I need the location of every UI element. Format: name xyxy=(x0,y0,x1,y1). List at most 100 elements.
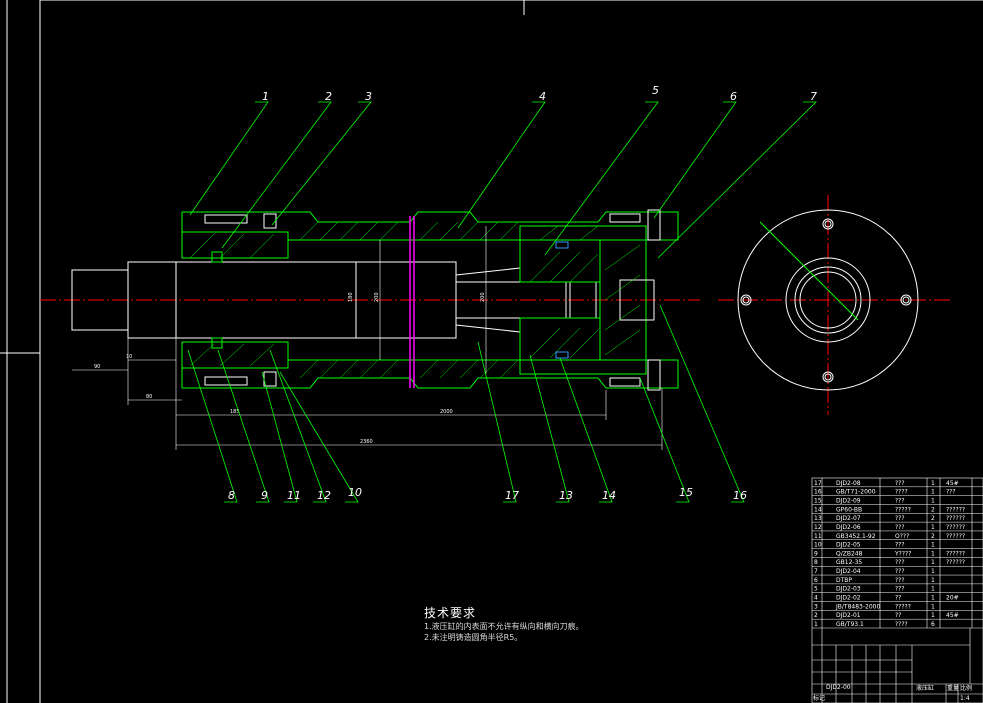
leader-lines xyxy=(187,101,817,503)
bom-cell-name: ??? xyxy=(895,577,905,584)
bom-cell-name: ???? xyxy=(895,621,908,628)
bom-cell-code: GB/T71-2000 xyxy=(836,489,876,496)
bom-cell-mat: 20# xyxy=(946,595,959,602)
balloon-14: 14 xyxy=(602,489,616,502)
bom-cell-code: DJD2-04 xyxy=(836,568,861,575)
bom-cell-no: 2 xyxy=(814,612,818,619)
bom-cell-no: 4 xyxy=(814,595,818,602)
bom-cell-qty: 1 xyxy=(931,497,935,504)
bom-cell-name: ????? xyxy=(895,506,911,513)
cut-plane xyxy=(409,216,415,388)
bom-cell-code: DTBP xyxy=(836,577,852,584)
balloon-7: 7 xyxy=(810,90,817,103)
bom-cell-code: GB3452.1-92 xyxy=(836,533,876,540)
bom-cell-qty: 1 xyxy=(931,480,935,487)
dim-10: 10 xyxy=(126,354,132,360)
bom-cell-name: ???? xyxy=(895,489,908,496)
bom-cell-no: 6 xyxy=(814,577,818,584)
bom-cell-mat: ?????? xyxy=(946,515,965,522)
dim-200a: 200 xyxy=(374,292,380,302)
bom-cell-name: ??? xyxy=(895,568,905,575)
bom-cell-mat: 45# xyxy=(946,612,959,619)
dimension-texts: 10 90 80 185 2000 2360 180 200 200 xyxy=(94,292,486,445)
bom-cell-no: 17 xyxy=(814,480,822,487)
bom-cell-name: ??? xyxy=(895,497,905,504)
tech-requirement-2: 2.未注明铸造圆角半径R5。 xyxy=(424,633,523,642)
bom-cell-name: ?? xyxy=(895,595,901,602)
drawing-number: DJD2-00 xyxy=(826,684,851,691)
bom-cell-qty: 1 xyxy=(931,568,935,575)
balloon-8: 8 xyxy=(228,489,235,502)
balloon-12: 12 xyxy=(317,489,331,502)
bom-cell-code: DJD2-09 xyxy=(836,497,861,504)
bom-cell-code: GB/T93.1 xyxy=(836,621,864,628)
cad-drawing-canvas: 10 90 80 185 2000 2360 180 200 200 1 2 3… xyxy=(0,0,983,703)
bom-cell-name: ??? xyxy=(895,480,905,487)
bom-cell-qty: 1 xyxy=(931,524,935,531)
balloon-numbers-bottom: 8 9 11 12 10 17 13 14 15 16 xyxy=(228,486,747,502)
bom-cell-qty: 1 xyxy=(931,542,935,549)
balloon-10: 10 xyxy=(348,486,362,499)
bom-cell-name: O??? xyxy=(895,533,909,540)
bom-cell-name: Y???? xyxy=(894,550,911,557)
bom-cell-name: ??? xyxy=(895,542,905,549)
part-name-cell: 液压缸 xyxy=(916,684,934,692)
bom-cell-name: ??? xyxy=(895,586,905,593)
balloon-1: 1 xyxy=(262,90,269,103)
bom-cell-no: 12 xyxy=(814,524,822,531)
title-block: DJD2-00 液压缸 重量 比例 1:4 标记 xyxy=(813,684,972,702)
balloon-5: 5 xyxy=(652,84,659,97)
dim-80: 80 xyxy=(146,394,152,400)
bom-cell-qty: 1 xyxy=(931,595,935,602)
balloon-3: 3 xyxy=(365,90,372,103)
scale-value: 1:4 xyxy=(960,695,970,702)
bom-cell-code: DJD2-06 xyxy=(836,524,861,531)
bom-cell-name: ??? xyxy=(895,559,905,566)
bom-cell-mat: ?????? xyxy=(946,506,965,513)
bom-cell-no: 9 xyxy=(814,550,818,557)
bom-cell-no: 14 xyxy=(814,506,822,513)
bom-rows: 17 DJD2-08??? 1 45#16 GB/T71-2000???? 1 ???15 D… xyxy=(812,480,983,628)
bom-cell-qty: 1 xyxy=(931,612,935,619)
balloon-11: 11 xyxy=(287,489,301,502)
bom-cell-mat: ?????? xyxy=(946,524,965,531)
bom-cell-no: 16 xyxy=(814,489,822,496)
bom-cell-name: ????? xyxy=(895,603,911,610)
bom-cell-code: DJD2-01 xyxy=(836,612,861,619)
balloon-13: 13 xyxy=(559,489,573,502)
bom-cell-no: 8 xyxy=(814,559,818,566)
bom-cell-code: DJD2-05 xyxy=(836,542,861,549)
bom-cell-mat: ?????? xyxy=(946,533,965,540)
bom-cell-no: 5 xyxy=(814,586,818,593)
bom-cell-qty: 1 xyxy=(931,550,935,557)
dim-200b: 200 xyxy=(480,292,486,302)
bom-cell-code: DJD2-02 xyxy=(836,595,861,602)
bom-cell-code: GB12-35 xyxy=(836,559,862,566)
bom-cell-mat: 45# xyxy=(946,480,959,487)
bom-cell-qty: 1 xyxy=(931,577,935,584)
balloon-9: 9 xyxy=(261,489,268,502)
bom-cell-no: 3 xyxy=(814,603,818,610)
balloon-4: 4 xyxy=(539,90,546,103)
bom-cell-mat: ?????? xyxy=(946,550,965,557)
bom-cell-mat: ??? xyxy=(946,489,956,496)
dim-2360: 2360 xyxy=(360,439,373,445)
mark-label: 标记 xyxy=(813,694,825,702)
bom-cell-no: 15 xyxy=(814,497,822,504)
scale-label: 比例 xyxy=(960,684,972,692)
balloon-17: 17 xyxy=(505,489,519,502)
bom-cell-name: ?? xyxy=(895,612,901,619)
bom-cell-no: 1 xyxy=(814,621,818,628)
bom-cell-code: DJD2-03 xyxy=(836,586,861,593)
tech-requirement-1: 1.液压缸的内表面不允许有纵向和横向刀痕。 xyxy=(424,622,584,631)
bom-cell-qty: 2 xyxy=(931,506,935,513)
bom-cell-code: DJD2-08 xyxy=(836,480,861,487)
balloon-6: 6 xyxy=(730,90,737,103)
balloon-15: 15 xyxy=(679,486,693,499)
bom-cell-name: ??? xyxy=(895,524,905,531)
bom-cell-code: GP60-BB xyxy=(836,506,862,513)
bom-cell-mat: ?????? xyxy=(946,559,965,566)
dim-90: 90 xyxy=(94,364,100,370)
bom-cell-no: 7 xyxy=(814,568,818,575)
dim-2000: 2000 xyxy=(440,409,453,415)
